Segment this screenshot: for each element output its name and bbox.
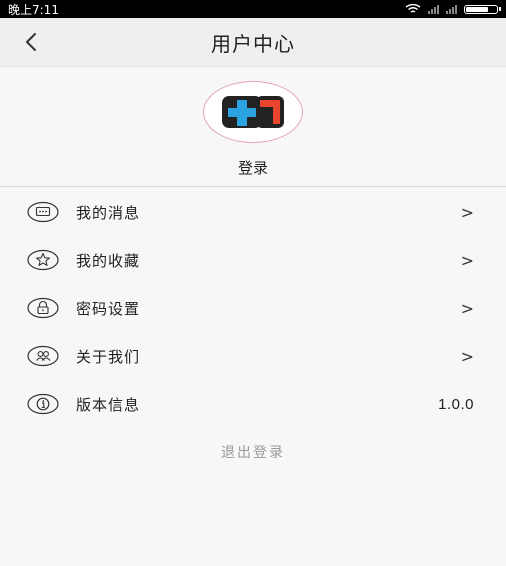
chevron-right-icon: >	[460, 298, 474, 318]
avatar[interactable]	[203, 81, 303, 143]
chevron-right-icon: >	[460, 250, 474, 270]
version-value: 1.0.0	[438, 395, 474, 413]
battery-icon	[464, 4, 501, 14]
menu-label: 关于我们	[76, 347, 141, 366]
info-icon	[27, 393, 59, 415]
menu-label: 密码设置	[76, 299, 141, 318]
menu-item-password[interactable]: 密码设置 >	[0, 284, 506, 332]
status-icons	[405, 4, 501, 14]
menu-label: 版本信息	[76, 395, 141, 414]
menu-label: 我的消息	[76, 203, 141, 222]
chevron-right-icon: >	[460, 202, 474, 222]
menu-list: 我的消息 > 我的收藏 > 密码设置 > 关于我们 > 版本信息 1.0.0	[0, 188, 506, 428]
message-icon	[27, 201, 59, 223]
logout-button[interactable]: 退出登录	[0, 442, 506, 462]
status-time: 晚上7:11	[8, 2, 59, 17]
users-icon	[27, 345, 59, 367]
app-logo-icon	[222, 96, 284, 128]
profile-section: 登录	[0, 67, 506, 187]
login-button[interactable]: 登录	[238, 157, 268, 178]
status-bar: 晚上7:11	[0, 0, 506, 18]
lock-icon	[27, 297, 59, 319]
star-icon	[27, 249, 59, 271]
signal-icon	[428, 4, 439, 14]
nav-bar: 用户中心	[0, 18, 506, 67]
chevron-right-icon: >	[460, 346, 474, 366]
chevron-left-icon	[26, 33, 36, 51]
menu-label: 我的收藏	[76, 251, 141, 270]
signal-icon-2	[446, 4, 457, 14]
menu-item-favorites[interactable]: 我的收藏 >	[0, 236, 506, 284]
page-title: 用户中心	[211, 31, 295, 56]
menu-item-messages[interactable]: 我的消息 >	[0, 188, 506, 236]
menu-item-about[interactable]: 关于我们 >	[0, 332, 506, 380]
menu-item-version[interactable]: 版本信息 1.0.0	[0, 380, 506, 428]
back-button[interactable]	[24, 18, 56, 66]
wifi-icon	[405, 4, 421, 13]
